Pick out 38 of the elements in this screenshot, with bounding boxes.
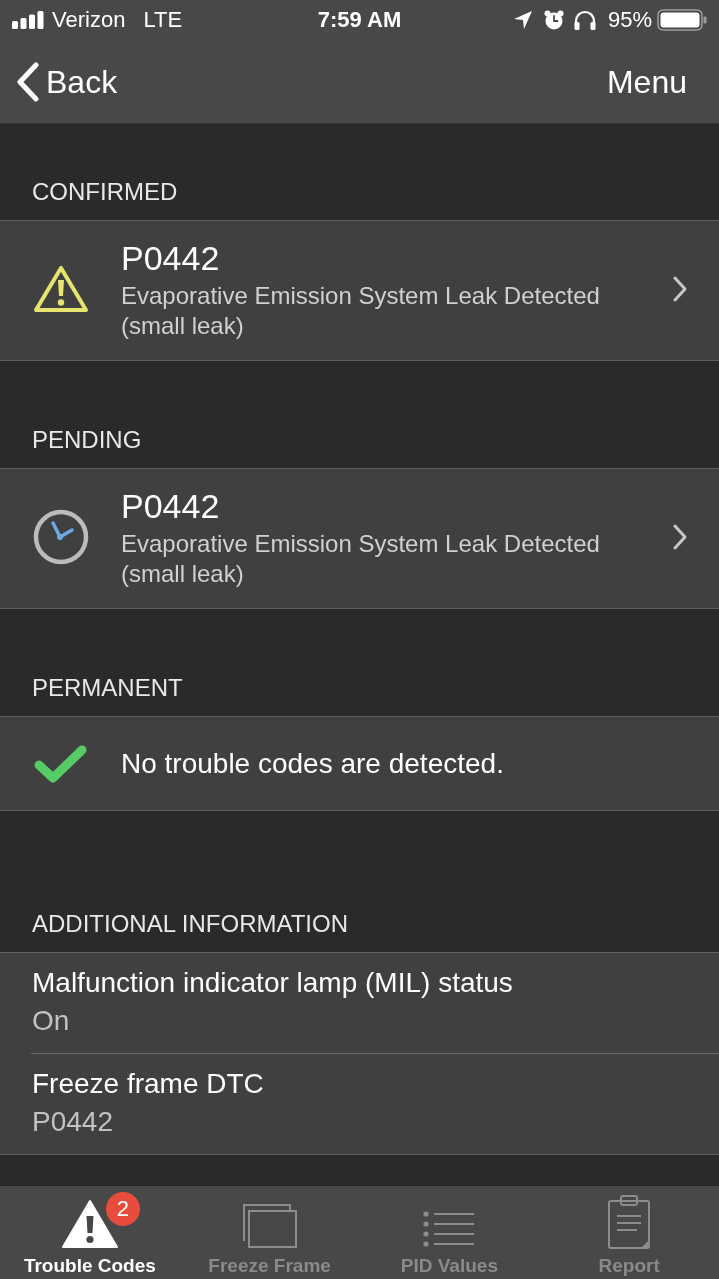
trouble-code-row[interactable]: P0442 Evaporative Emission System Leak Detected (small leak) [0,468,719,609]
code-title: P0442 [121,238,221,279]
stacked-frames-icon [241,1203,298,1249]
code-description: Evaporative Emission System Leak Detected (small leak) [121,529,601,589]
status-message: No trouble codes are detected. [121,746,504,781]
back-chevron-icon [16,61,40,102]
code-title: P0442 [121,486,221,527]
section-header: CONFIRMED [32,178,178,206]
menu-button[interactable]: Menu [606,61,687,102]
code-description: Evaporative Emission System Leak Detected (small leak) [121,281,601,341]
battery-percent: 95% [607,7,652,33]
checkmark-icon [34,743,88,784]
trouble-code-row[interactable]: P0442 Evaporative Emission System Leak Detected (small leak) [0,220,719,361]
clipboard-icon [608,1195,651,1249]
chevron-right-icon [672,523,688,551]
section-header: ADDITIONAL INFORMATION [32,910,348,938]
info-value: On [32,1005,71,1037]
section-header: PERMANENT [32,674,183,702]
warning-icon [33,264,89,314]
location-arrow-icon [513,11,532,29]
info-label: Freeze frame DTC [32,1068,265,1100]
headphones-icon [573,10,596,30]
network-type: LTE [143,7,183,33]
clock-icon [33,509,89,565]
battery-icon [657,9,707,31]
list-icon [423,1211,476,1249]
section-header: PENDING [32,426,142,454]
count-badge: 2 [105,1192,140,1226]
chevron-right-icon [672,275,688,303]
info-value: P0442 [32,1106,114,1138]
warning-icon [61,1199,118,1249]
tab-button[interactable]: 2 Trouble Codes [0,1186,180,1279]
carrier-name: Verizon [52,7,126,33]
info-label: Malfunction indicator lamp (MIL) status [32,967,514,999]
alarm-clock-icon [543,10,564,30]
signal-bars-icon [12,11,44,29]
status-time: 7:59 AM [317,7,402,33]
back-button[interactable]: Back [16,61,118,102]
